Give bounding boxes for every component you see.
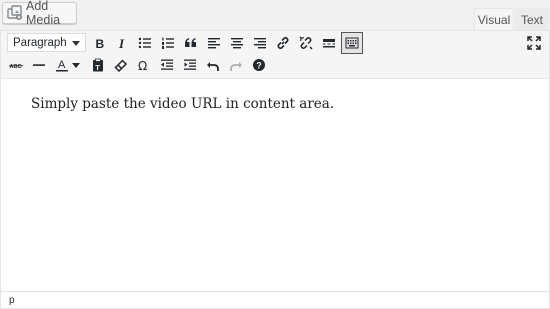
svg-text:A: A <box>58 59 66 71</box>
align-center-button[interactable] <box>227 33 247 53</box>
toolbar-toggle-button[interactable] <box>341 32 363 54</box>
redo-button[interactable] <box>226 55 246 75</box>
align-left-button[interactable] <box>204 33 224 53</box>
svg-text:?: ? <box>256 61 262 71</box>
svg-text:T: T <box>95 63 100 72</box>
editor-content[interactable]: Simply paste the video URL in content ar… <box>1 80 549 291</box>
insert-link-icon <box>277 36 289 50</box>
bullet-list-button[interactable] <box>135 33 155 53</box>
remove-link-icon <box>299 36 313 50</box>
text-color-dropdown[interactable] <box>69 55 83 75</box>
chevron-down-icon <box>72 41 80 46</box>
italic-icon: I <box>118 36 125 50</box>
fullscreen-icon <box>527 36 541 50</box>
indent-icon <box>184 59 196 70</box>
undo-button[interactable] <box>203 55 223 75</box>
remove-link-button[interactable] <box>296 33 316 53</box>
help-icon: ? <box>253 59 265 71</box>
outdent-button[interactable] <box>157 55 177 75</box>
align-left-icon <box>208 38 220 49</box>
horizontal-line-icon <box>33 64 45 66</box>
editor-statusbar: p <box>1 291 549 308</box>
clear-formatting-icon <box>114 59 128 72</box>
blockquote-icon <box>185 38 196 47</box>
bold-button[interactable]: B <box>90 33 110 53</box>
numbered-list-icon <box>162 37 174 49</box>
strikethrough-icon: ABC <box>9 64 23 70</box>
undo-icon <box>207 62 219 71</box>
svg-text:ABC: ABC <box>10 64 22 70</box>
clear-formatting-button[interactable] <box>111 55 131 75</box>
align-right-icon <box>254 38 266 49</box>
editor-top-bar: Add Media Visual Text <box>0 0 550 31</box>
chevron-down-icon <box>72 63 80 68</box>
tab-text[interactable]: Text <box>515 8 549 30</box>
text-color-icon: A <box>56 59 68 72</box>
redo-icon <box>230 62 242 71</box>
indent-button[interactable] <box>180 55 200 75</box>
paste-as-text-icon: T <box>93 58 103 72</box>
italic-button[interactable]: I <box>112 33 132 53</box>
editor-container: Paragraph B I ABC A T Ω ? Simply paste t… <box>0 30 550 309</box>
strikethrough-button[interactable]: ABC <box>6 55 26 75</box>
special-character-button[interactable]: Ω <box>134 55 154 75</box>
paste-as-text-button[interactable]: T <box>88 55 108 75</box>
fullscreen-button[interactable] <box>524 33 544 53</box>
format-select[interactable]: Paragraph <box>7 33 86 52</box>
toolbar-toggle-icon <box>345 37 359 49</box>
blockquote-button[interactable] <box>181 33 201 53</box>
editor-toolbar: Paragraph B I ABC A T Ω ? <box>1 31 549 79</box>
read-more-icon <box>323 39 335 48</box>
svg-text:Ω: Ω <box>138 59 147 72</box>
insert-link-button[interactable] <box>273 33 293 53</box>
help-button[interactable]: ? <box>249 55 269 75</box>
align-center-icon <box>231 38 243 49</box>
horizontal-line-button[interactable] <box>29 55 49 75</box>
svg-text:I: I <box>118 36 125 50</box>
special-character-icon: Ω <box>138 59 147 72</box>
add-media-label: Add Media <box>26 0 61 27</box>
tab-visual[interactable]: Visual <box>474 8 514 31</box>
bullet-list-icon <box>138 37 151 49</box>
element-path[interactable]: p <box>9 295 15 306</box>
format-select-value: Paragraph <box>13 36 67 49</box>
align-right-button[interactable] <box>250 33 270 53</box>
svg-text:B: B <box>96 37 105 50</box>
content-paragraph: Simply paste the video URL in content ar… <box>31 96 335 112</box>
outdent-icon <box>161 59 173 70</box>
add-media-icon <box>7 5 22 20</box>
numbered-list-button[interactable] <box>158 33 178 53</box>
add-media-button[interactable]: Add Media <box>2 0 77 27</box>
bold-icon: B <box>96 37 105 50</box>
read-more-button[interactable] <box>319 33 339 53</box>
